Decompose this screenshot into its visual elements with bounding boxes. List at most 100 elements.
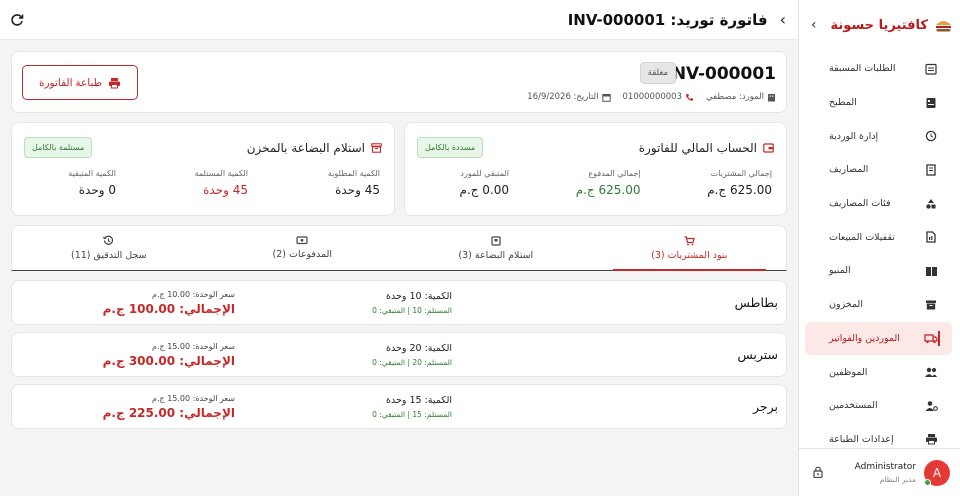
tab-purchase-items[interactable]: بنود المشتريات (3)	[593, 226, 787, 271]
receiving-summary-card: استلام البضاعة بالمخزن مستلمة بالكامل ال…	[11, 122, 395, 216]
refresh-icon	[11, 13, 24, 26]
status-badge: مغلقة	[639, 62, 676, 84]
invoice-tabs: بنود المشتريات (3) استلام البضاعة (3) ال…	[11, 225, 787, 271]
cart-icon	[684, 235, 695, 245]
total-paid-stat: إجمالي المدفوع 625.00 ج.م	[551, 169, 641, 197]
sidebar-item-expenses[interactable]: المصاريف	[799, 153, 960, 187]
sidebar-item-label: المنيو	[829, 265, 851, 277]
box-icon	[491, 235, 501, 246]
tab-payments[interactable]: المدفوعات (2)	[206, 226, 400, 270]
phone-icon	[686, 93, 693, 101]
remaining-qty-stat: الكمية المتبقية 0 وحدة	[26, 169, 116, 197]
sidebar-item-menu[interactable]: المنيو	[799, 254, 960, 288]
item-quantity: الكمية: 10 وحدة	[386, 291, 452, 302]
item-total: الإجمالي: 100.00 ج.م	[102, 302, 235, 316]
user-settings-icon	[924, 399, 938, 413]
collapse-sidebar-button[interactable]: ›	[811, 17, 817, 33]
sidebar-item-label: فئات المصاريف	[829, 198, 891, 210]
lock-icon[interactable]	[809, 463, 823, 482]
print-invoice-button[interactable]: طباعة الفاتورة	[22, 65, 138, 100]
shift-clock-icon	[924, 129, 938, 143]
sidebar-item-label: المطبخ	[829, 97, 857, 109]
item-total: الإجمالي: 300.00 ج.م	[102, 354, 235, 368]
kitchen-icon	[924, 96, 938, 110]
user-name: Administrator	[854, 461, 916, 472]
receipt-icon	[924, 163, 938, 177]
tab-label: سجل التدقيق (11)	[70, 250, 147, 261]
calendar-list-icon	[924, 62, 938, 76]
page-title: فاتورة توريد: INV-000001	[567, 10, 768, 29]
purchase-item-row[interactable]: برجر الكمية: 15 وحدة المستلم: 15 | المتب…	[11, 384, 787, 429]
item-quantity-block: الكمية: 15 وحدة المستلم: 15 | المتبقي: 0	[352, 395, 452, 419]
printer-icon	[924, 432, 938, 446]
stat-value: 0 وحدة	[78, 183, 116, 197]
sidebar-item-preorders[interactable]: الطلبات المسبقة	[799, 52, 960, 86]
categories-icon	[924, 197, 938, 211]
sidebar-item-label: الطلبات المسبقة	[829, 63, 896, 75]
sidebar-item-expense-categories[interactable]: فئات المصاريف	[799, 187, 960, 221]
avatar-initial: A	[932, 465, 942, 480]
user-info: Administrator مدير النظام	[831, 462, 916, 484]
financial-title: الحساب المالي للفاتورة	[638, 141, 757, 155]
invoice-date: التاريخ: 16/9/2026	[527, 92, 599, 102]
sidebar-item-suppliers-invoices[interactable]: الموردين والفواتير	[805, 321, 952, 356]
tab-audit-log[interactable]: سجل التدقيق (11)	[12, 226, 206, 270]
item-received: المستلم: 20 | المتبقي: 0	[372, 358, 452, 367]
stat-value: 0.00 ج.م	[459, 183, 509, 197]
people-icon	[924, 365, 938, 379]
sidebar-item-label: الموردين والفواتير	[829, 332, 900, 344]
printer-icon	[109, 77, 121, 88]
sidebar-item-users[interactable]: المستخدمين	[799, 389, 960, 423]
top-bar: › فاتورة توريد: INV-000001	[0, 0, 798, 40]
item-unit-price: سعر الوحدة: 15.00 ج.م	[152, 394, 235, 403]
building-icon	[768, 93, 775, 101]
purchase-item-row[interactable]: بطاطس الكمية: 10 وحدة المستلم: 10 | المت…	[11, 280, 787, 325]
supplier-phone: 01000000003	[622, 92, 683, 102]
item-unit-price: سعر الوحدة: 10.00 ج.م	[152, 290, 235, 299]
sidebar-item-label: تقفيلات المبيعات	[829, 231, 895, 243]
sidebar-item-label: المستخدمين	[829, 400, 878, 412]
item-received: المستلم: 10 | المتبقي: 0	[372, 306, 452, 315]
sidebar-item-employees[interactable]: الموظفين	[799, 355, 960, 389]
stat-value: 45 وحدة	[335, 183, 380, 197]
invoice-number: INV-000001	[665, 64, 777, 84]
inventory-icon	[371, 143, 382, 153]
item-price-block: سعر الوحدة: 15.00 ج.م الإجمالي: 225.00 ج…	[103, 394, 235, 420]
financial-title-row: الحساب المالي للفاتورة	[639, 141, 774, 155]
tab-label: بنود المشتريات (3)	[651, 249, 728, 261]
receiving-title-row: استلام البضاعة بالمخزن	[247, 141, 382, 155]
print-invoice-label: طباعة الفاتورة	[38, 76, 103, 89]
report-icon	[924, 230, 938, 244]
date-meta: التاريخ: 16/9/2026	[527, 92, 611, 102]
item-received: المستلم: 15 | المتبقي: 0	[372, 410, 452, 419]
sidebar-item-kitchen[interactable]: المطبخ	[799, 86, 960, 120]
calendar-icon	[601, 93, 611, 102]
receiving-title: استلام البضاعة بالمخزن	[246, 141, 365, 155]
item-name: بطاطس	[734, 295, 778, 310]
cash-icon	[296, 236, 308, 245]
sidebar-item-sales-closing[interactable]: تقفيلات المبيعات	[799, 220, 960, 254]
sidebar-item-label: إعدادات الطباعة	[829, 433, 894, 445]
item-quantity: الكمية: 15 وحدة	[386, 395, 452, 406]
supplier-meta: المورد: مصطفي	[706, 92, 776, 102]
item-quantity-block: الكمية: 10 وحدة المستلم: 10 | المتبقي: 0	[352, 291, 452, 315]
back-button[interactable]: ›	[780, 10, 786, 29]
sidebar-nav: الطلبات المسبقة المطبخ إدارة الوردية الم…	[799, 52, 960, 456]
invoice-summary-card: INV-000001 مغلقة المورد: مصطفي 010000000…	[11, 51, 787, 113]
sidebar-item-label: المخزون	[829, 299, 863, 311]
sidebar-item-inventory[interactable]: المخزون	[799, 288, 960, 322]
menu-book-icon	[924, 264, 938, 278]
received-status-badge: مستلمة بالكامل	[24, 137, 93, 158]
sidebar-item-label: الموظفين	[829, 366, 868, 378]
purchase-item-row[interactable]: ستربس الكمية: 20 وحدة المستلم: 20 | المت…	[11, 332, 787, 377]
user-role: مدير النظام	[879, 474, 916, 484]
tab-receiving[interactable]: استلام البضاعة (3)	[399, 226, 593, 270]
sidebar-item-shift[interactable]: إدارة الوردية	[799, 119, 960, 153]
refresh-button[interactable]	[10, 13, 24, 27]
phone-meta: 01000000003	[623, 92, 695, 102]
received-qty-stat: الكمية المستلمة 45 وحدة	[158, 169, 248, 197]
stat-value: 45 وحدة	[203, 183, 248, 197]
stat-label: الكمية المطلوبة	[327, 169, 380, 178]
item-name: برجر	[753, 399, 778, 414]
avatar[interactable]: A	[924, 459, 950, 486]
